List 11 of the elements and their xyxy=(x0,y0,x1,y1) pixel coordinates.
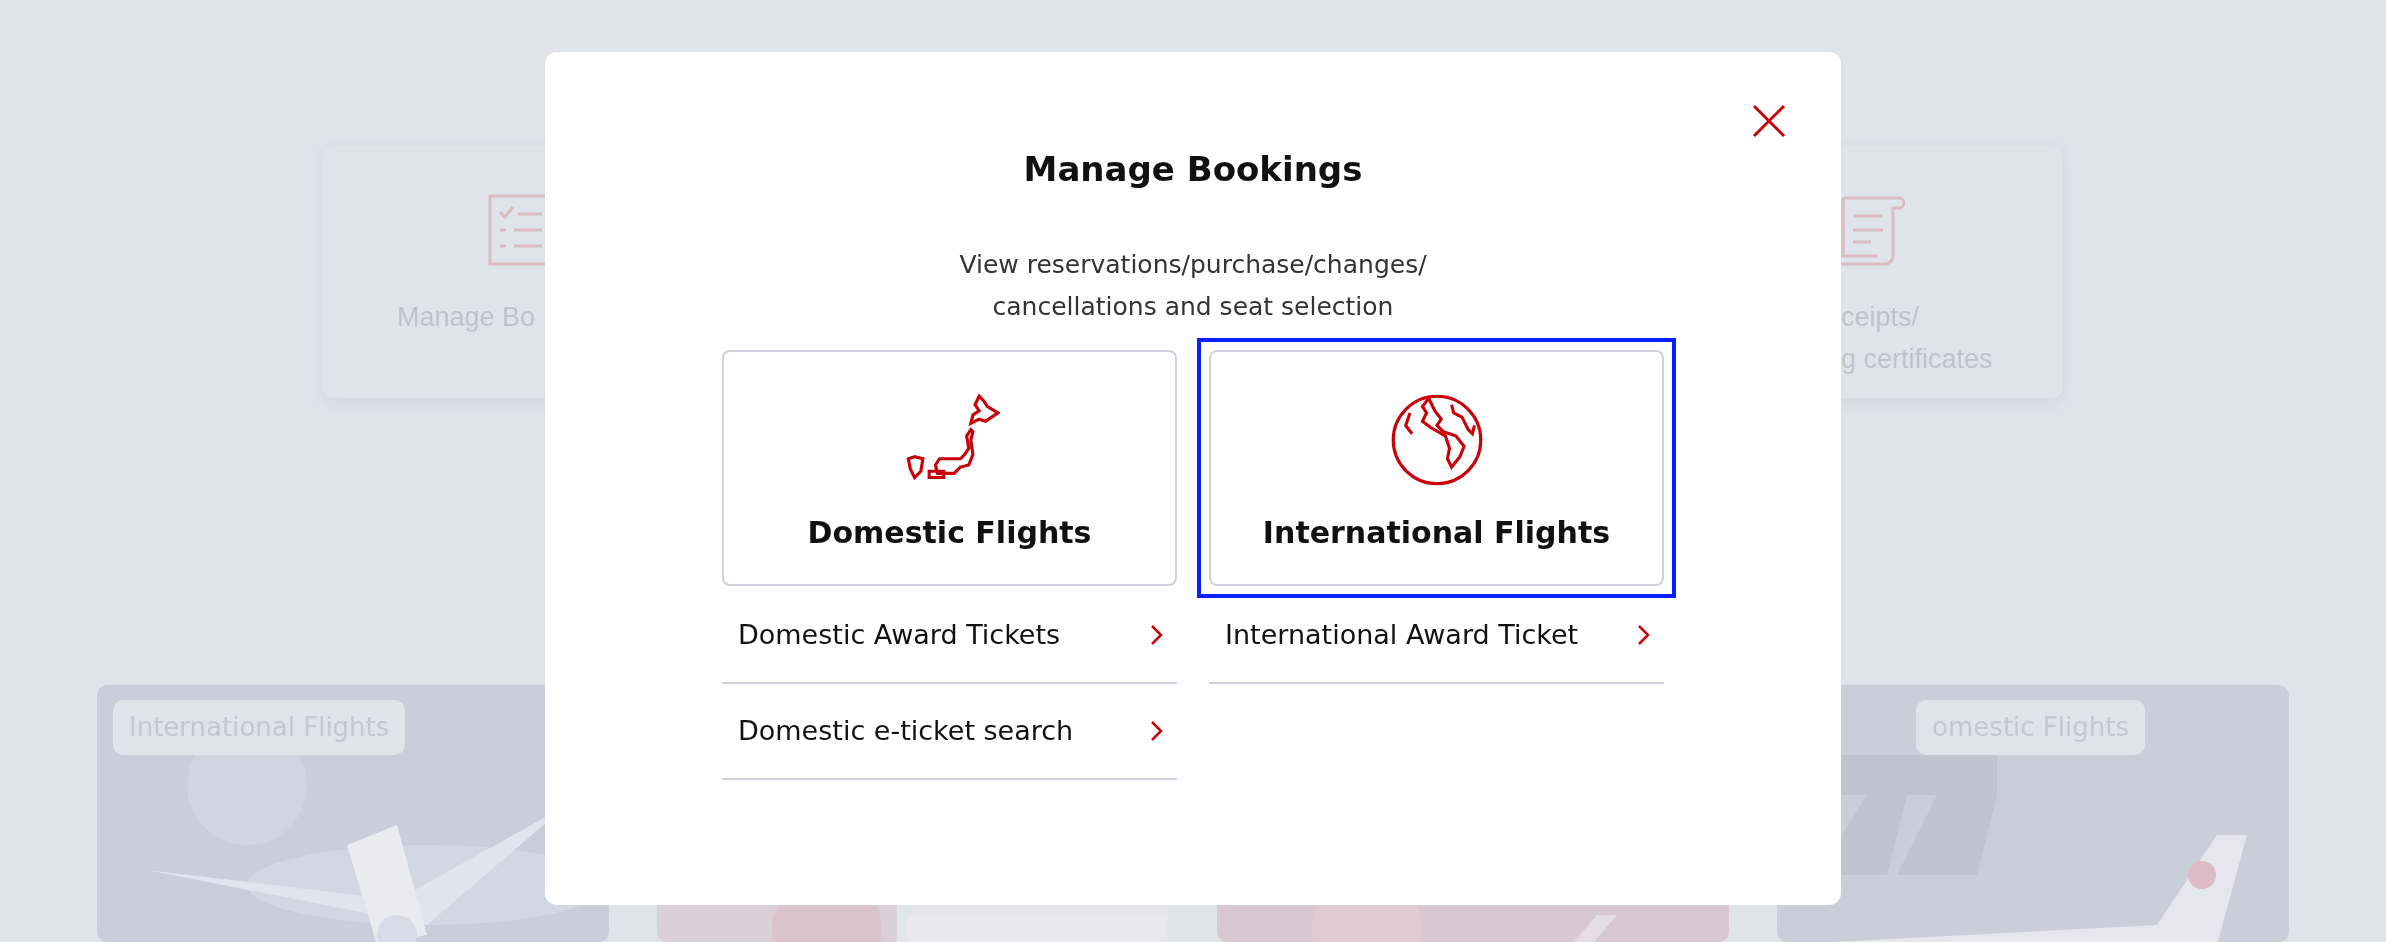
menu-link[interactable]: International Award Ticket xyxy=(1209,587,1664,684)
menu-link[interactable]: Domestic e-ticket search xyxy=(722,683,1177,780)
chevron-icon xyxy=(1149,622,1165,647)
chevron-icon xyxy=(1149,718,1165,743)
japan-map-icon xyxy=(906,393,1000,480)
globe-icon xyxy=(1391,394,1482,486)
menu-link[interactable]: Domestic Award Tickets xyxy=(722,587,1177,684)
modal-title: Manage Bookings xyxy=(1022,149,1364,190)
modal-description: View reservations/purchase/changes/ cancellations and seat selection xyxy=(958,248,1428,323)
chevron-icon xyxy=(1636,622,1652,647)
option-card[interactable]: International Flights xyxy=(1197,337,1676,598)
